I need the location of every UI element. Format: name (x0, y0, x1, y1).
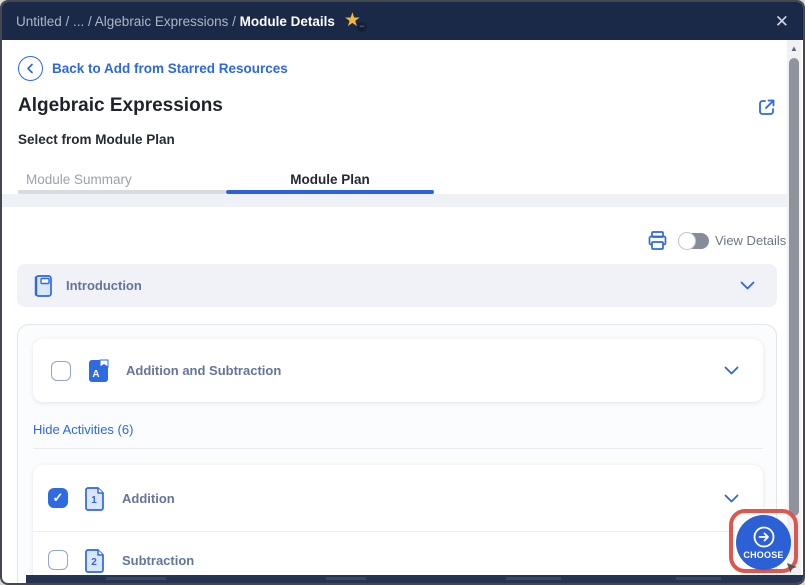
activity-checkbox-addition[interactable]: ✓ (48, 488, 68, 508)
scrollbar-track[interactable]: ▲ (787, 40, 801, 583)
notebook-icon (34, 274, 52, 297)
hide-activities-link[interactable]: Hide Activities (6) (33, 422, 133, 437)
choose-button[interactable]: CHOOSE (736, 515, 791, 570)
breadcrumb-current: Module Details (239, 13, 335, 29)
mouse-cursor (787, 563, 797, 573)
page-2-icon: 2 (85, 549, 104, 573)
divider (33, 448, 763, 449)
tab-section-band (2, 194, 788, 207)
page-subtitle: Select from Module Plan (18, 132, 175, 147)
activity-label: Addition (122, 490, 175, 506)
back-arrow-icon (18, 56, 43, 81)
module-plan-container: ✓ A Addition and Subtraction Hide Activi… (17, 324, 777, 583)
activity-row-addition[interactable]: ✓ 1 Addition (33, 465, 763, 531)
back-link[interactable]: Back to Add from Starred Resources (18, 56, 288, 81)
toggle-knob (678, 232, 696, 250)
introduction-label: Introduction (66, 278, 142, 293)
arrow-right-circle-icon (753, 526, 774, 548)
modal-header: Untitled / ... / Algebraic Expressions /… (2, 2, 803, 40)
page-1-icon: 1 (85, 487, 104, 511)
print-icon[interactable] (646, 229, 669, 252)
star-icon[interactable]: ★ − (344, 11, 367, 32)
activity-label: Subtraction (122, 552, 195, 568)
scrollbar-up-arrow-icon[interactable]: ▲ (790, 44, 798, 53)
svg-text:1: 1 (91, 495, 97, 506)
open-external-icon[interactable] (756, 96, 778, 118)
introduction-section-row[interactable]: Introduction (17, 264, 777, 307)
module-details-modal: Untitled / ... / Algebraic Expressions /… (0, 0, 805, 585)
scrollbar-thumb[interactable] (789, 58, 799, 516)
view-details-toggle[interactable] (678, 232, 709, 250)
chevron-down-icon[interactable] (724, 494, 739, 503)
svg-text:2: 2 (91, 557, 97, 568)
choose-button-label: CHOOSE (743, 550, 784, 560)
breadcrumb-path: Untitled / ... / Algebraic Expressions / (16, 13, 236, 29)
page-title: Algebraic Expressions (18, 95, 223, 116)
unit-row-addition-and-subtraction[interactable]: ✓ A Addition and Subtraction (33, 339, 763, 402)
unit-label: Addition and Subtraction (126, 363, 282, 378)
svg-text:A: A (92, 369, 99, 380)
unit-checkbox[interactable]: ✓ (51, 360, 71, 381)
view-details-label: View Details (715, 233, 787, 248)
activity-checkbox-subtraction[interactable]: ✓ (48, 550, 68, 570)
star-remove-badge-icon: − (356, 22, 367, 32)
bottom-content-strip (26, 575, 803, 583)
chevron-down-icon[interactable] (740, 281, 755, 290)
close-icon[interactable]: ✕ (775, 13, 789, 30)
chevron-down-icon[interactable] (724, 366, 739, 375)
breadcrumb: Untitled / ... / Algebraic Expressions /… (16, 14, 335, 29)
unit-book-icon: A (89, 359, 109, 382)
activities-card: ✓ 1 Addition ✓ 2 Subtraction (33, 465, 763, 583)
back-link-label: Back to Add from Starred Resources (52, 61, 288, 76)
